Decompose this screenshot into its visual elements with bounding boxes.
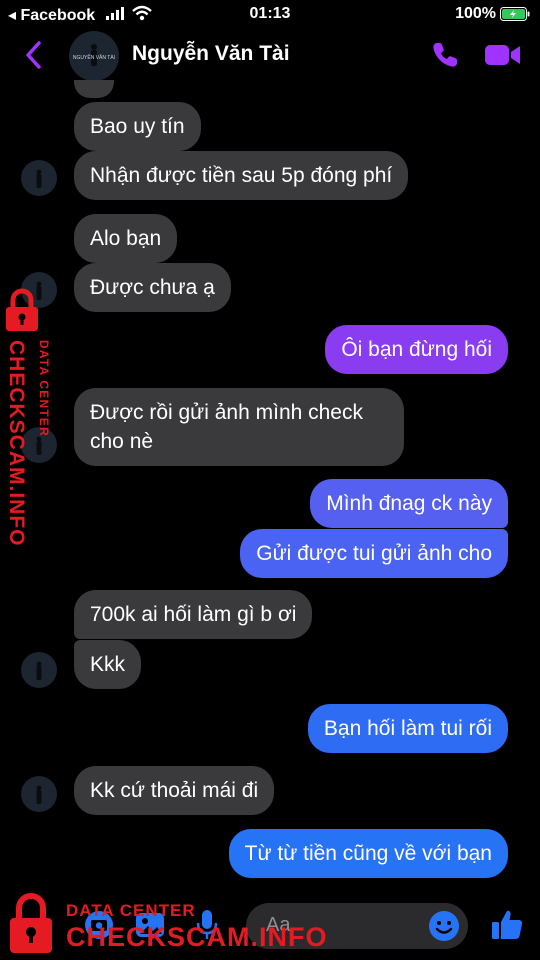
message-bubble-outgoing[interactable]: Gửi được tui gửi ảnh cho: [240, 529, 508, 578]
message-bubble-incoming[interactable]: Nhận được tiền sau 5p đóng phí: [74, 151, 409, 200]
message-bubble-incoming[interactable]: Bao uy tín: [74, 102, 201, 151]
status-bar: ◂ Facebook 01:13 100%: [0, 0, 540, 28]
video-camera-icon[interactable]: [484, 43, 522, 67]
watermark-bottom: DATA CENTER CHECKSCAM.INFO: [0, 886, 330, 960]
emoji-icon[interactable]: [428, 910, 460, 942]
message-bubble-outgoing[interactable]: Bạn hối làm tui rối: [307, 704, 508, 753]
sender-avatar[interactable]: [21, 776, 57, 812]
sender-avatar[interactable]: [21, 160, 57, 196]
battery-icon: [500, 7, 530, 21]
message-bubble-outgoing[interactable]: Từ từ tiền cũng về với bạn: [228, 829, 508, 878]
message-bubble-outgoing[interactable]: Ôi bạn đừng hối: [325, 325, 508, 374]
watermark-brand-text: CHECKSCAM.INFO: [66, 922, 328, 952]
message-bubble-incoming[interactable]: Được rồi gửi ảnh mình check cho nè: [74, 388, 404, 466]
svg-text:CHECKSCAM.INFO: CHECKSCAM.INFO: [5, 340, 28, 547]
contact-name[interactable]: Nguyễn Văn Tài: [132, 42, 290, 66]
padlock-icon: [6, 288, 38, 331]
message-bubble-incoming[interactable]: Được chưa ạ: [74, 263, 231, 312]
message-bubble-incoming[interactable]: 700k ai hối làm gì b ơi: [74, 590, 313, 639]
watermark-center-text: DATA CENTER: [37, 340, 51, 437]
svg-text:DATA CENTER: DATA CENTER: [37, 340, 51, 437]
watermark-center-text: DATA CENTER: [66, 901, 196, 920]
watermark-brand-text: CHECKSCAM.INFO: [5, 340, 28, 547]
svg-text:NGUYỄN VĂN TÀI: NGUYỄN VĂN TÀI: [73, 54, 115, 61]
message-bubble-incoming[interactable]: Alo bạn: [74, 214, 178, 263]
back-chevron-icon[interactable]: [24, 40, 44, 70]
message-bubble-partial: [74, 80, 114, 98]
message-bubble-incoming[interactable]: Kkk: [74, 640, 142, 689]
contact-avatar[interactable]: NGUYỄN VĂN TÀI: [69, 31, 119, 81]
message-bubble-outgoing[interactable]: Mình đnag ck này: [310, 479, 508, 528]
conversation-header: NGUYỄN VĂN TÀI Nguyễn Văn Tài: [0, 28, 540, 84]
thumbs-up-icon[interactable]: [490, 908, 524, 942]
sender-avatar[interactable]: [21, 652, 57, 688]
battery-percentage: 100%: [455, 5, 496, 22]
phone-icon[interactable]: [430, 40, 460, 70]
watermark-side: CHECKSCAM.INFO DATA CENTER: [2, 288, 64, 550]
message-bubble-incoming[interactable]: Kk cứ thoải mái đi: [74, 766, 275, 815]
padlock-icon: [10, 893, 52, 953]
